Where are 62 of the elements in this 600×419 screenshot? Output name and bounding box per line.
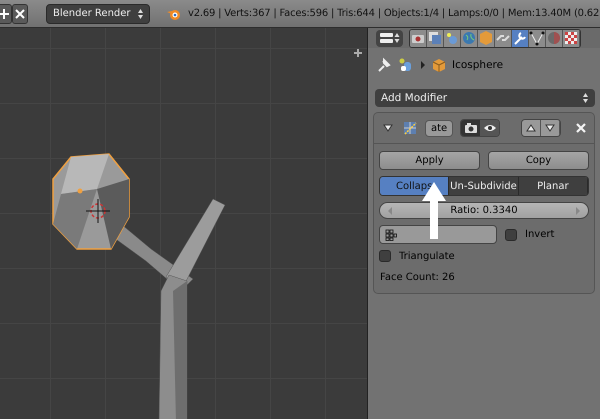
eye-icon [482,123,497,133]
close-icon [575,122,587,134]
object-tab[interactable] [478,30,495,46]
face-count: Face Count: 26 [379,271,456,283]
move-up-button[interactable] [522,120,541,136]
pin-icon[interactable] [376,57,392,73]
plus-icon [0,8,10,20]
close-button[interactable] [12,4,28,24]
checkbox-label: Invert [525,229,554,240]
vertex-group-icon [385,228,397,240]
checkbox[interactable] [379,250,391,262]
mode-tab[interactable]: Collaps [380,177,450,195]
layers-tab[interactable] [427,30,444,46]
down-icon [545,124,555,132]
material-icon [546,30,562,46]
data-tab[interactable] [529,30,546,46]
ratio-field[interactable]: Ratio: 0.3340 [379,202,589,219]
right-arrow-icon [575,206,580,214]
editor-type-icon [378,31,400,45]
world-tab[interactable] [461,30,478,46]
scene-stats: v2.69 | Verts:367 | Faces:596 | Tris:644 | Objects:1/4 | Lamps:0/0 | Mem:13.40M (0.62 [188,8,600,19]
up-icon [526,124,536,132]
copy-button[interactable]: Copy [488,151,589,170]
updown-icon [137,8,144,20]
scene-icon [444,30,460,46]
render-tab[interactable] [410,30,427,46]
render-engine-dropdown[interactable]: Blender Render [46,4,150,24]
camera-icon [464,122,478,134]
constraints-tab[interactable] [495,30,512,46]
vertex-group-field[interactable] [379,225,497,244]
left-arrow-icon [388,206,393,214]
layers-icon [427,30,443,46]
area-split-icon [353,48,363,58]
mode-tab[interactable]: Planar [518,177,588,195]
cube-icon [432,58,446,72]
modifier-name-field[interactable]: ate [425,120,454,136]
texture-tab[interactable] [563,30,580,46]
add-button[interactable] [0,4,12,24]
checkbox-label: Triangulate [399,250,455,262]
modifier-icon [402,120,418,136]
close-icon [14,8,26,20]
modifiers-icon [512,30,528,46]
object-name: Icosphere [452,59,504,71]
data-icon [529,30,545,46]
world-icon [461,30,477,46]
apply-button[interactable]: Apply [379,151,480,170]
move-down-button[interactable] [541,120,560,136]
scene-tab[interactable] [444,30,461,46]
mode-tab[interactable]: Un-Subdivide [449,177,519,195]
texture-icon [563,30,579,46]
viewport-toggle[interactable] [480,120,500,136]
material-tab[interactable] [546,30,563,46]
editor-type-button[interactable] [376,30,403,46]
object-icon [398,57,414,73]
checkbox[interactable] [505,228,517,240]
chevron-icon [420,61,426,69]
object-icon [478,30,494,46]
add-modifier-dropdown[interactable]: Add Modifier [375,89,595,107]
expanded-triangle-icon [383,124,393,132]
render-toggle[interactable] [461,120,480,136]
modifiers-tab[interactable] [512,30,529,46]
updown-icon [582,92,589,104]
